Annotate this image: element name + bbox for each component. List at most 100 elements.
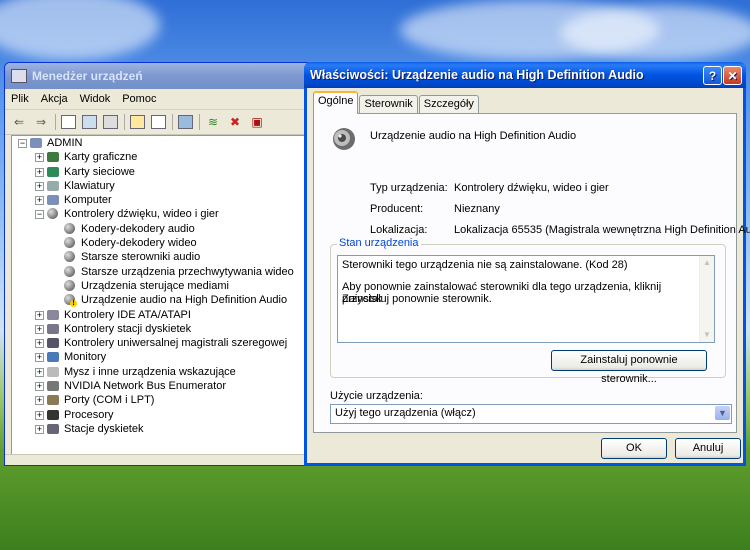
tree-item[interactable]: + Karty graficzne [12, 150, 308, 164]
tree-item[interactable]: + Mysz i inne urządzenia wskazujące [12, 365, 308, 379]
tree-item[interactable]: + Karty sieciowe [12, 165, 308, 179]
tab-driver[interactable]: Sterownik [359, 95, 418, 114]
tree-item[interactable]: ! Urządzenie audio na High Definition Aud… [12, 293, 308, 308]
computer-icon [30, 138, 42, 148]
device-usage-value: Użyj tego urządzenia (włącz) [335, 407, 476, 419]
device-usage-select[interactable]: Użyj tego urządzenia (włącz) ▼ [330, 404, 732, 424]
tree-item[interactable]: + Procesory [12, 408, 308, 422]
tab-general[interactable]: Ogólne [313, 91, 359, 114]
tab-details[interactable]: Szczegóły [418, 95, 479, 114]
keyboard-icon [47, 180, 59, 191]
device-manager-titlebar[interactable]: Menedżer urządzeń [5, 63, 311, 89]
expand-icon[interactable]: + [35, 153, 44, 163]
tree-item-label: Kontrolery dźwięku, wideo i gier [64, 208, 219, 221]
tree-item[interactable]: Starsze sterowniki audio [12, 250, 308, 264]
chevron-down-icon[interactable]: ▼ [715, 406, 730, 420]
tree-item[interactable]: + NVIDIA Network Bus Enumerator [12, 379, 308, 393]
forward-arrow-icon[interactable]: ⇒ [33, 114, 49, 130]
device-type-value: Kontrolery dźwięku, wideo i gier [454, 182, 609, 194]
reinstall-driver-button[interactable]: Zainstaluj ponownie sterownik... [551, 350, 707, 385]
tree-item[interactable]: Kodery-dekodery audio [12, 222, 308, 236]
tree-item-label: Monitory [64, 351, 107, 364]
expand-icon[interactable]: + [35, 310, 44, 320]
dialog-titlebar[interactable]: Właściwości: Urządzenie audio na High De… [304, 62, 746, 88]
view-icon[interactable] [61, 115, 76, 129]
disable-device-icon[interactable]: ✖ [227, 114, 243, 130]
usb-icon [47, 338, 59, 349]
general-tab-panel: Urządzenie audio na High Definition Audi… [313, 113, 750, 433]
tree-item[interactable]: Urządzenia sterujące mediami [12, 279, 308, 293]
expand-icon[interactable]: + [35, 396, 44, 406]
tree-item[interactable]: Kodery-dekodery wideo [12, 236, 308, 250]
tree-item-label: Porty (COM i LPT) [64, 394, 155, 407]
tree-item-label: Klawiatury [64, 179, 115, 192]
toolbar-separator [199, 114, 200, 130]
tree-item[interactable]: + Kontrolery uniwersalnej magistrali szer… [12, 336, 308, 350]
menu-view[interactable]: Widok [80, 93, 111, 105]
tree-item-label: Mysz i inne urządzenia wskazujące [64, 365, 236, 378]
tree-item-label: Kodery-dekodery audio [81, 222, 195, 235]
cloud [0, 0, 160, 60]
expand-icon[interactable]: + [35, 367, 44, 377]
tree-item[interactable]: + Kontrolery stacji dyskietek [12, 322, 308, 336]
bus-enumerator-icon [47, 381, 59, 392]
device-name: Urządzenie audio na High Definition Audi… [370, 130, 577, 142]
menu-help[interactable]: Pomoc [122, 93, 156, 105]
status-line-1: Sterowniki tego urządzenia nie są zainst… [342, 259, 628, 271]
expand-icon[interactable]: + [35, 196, 44, 206]
uninstall-device-icon[interactable]: ▣ [249, 114, 265, 130]
scroll-down-icon[interactable]: ▼ [700, 328, 714, 342]
properties-icon[interactable] [82, 115, 97, 129]
expand-icon[interactable]: + [35, 382, 44, 392]
manufacturer-value: Nieznany [454, 203, 500, 215]
help-icon[interactable] [130, 115, 145, 129]
close-button[interactable]: ✕ [723, 66, 742, 85]
cancel-button[interactable]: Anuluj [675, 438, 741, 459]
expand-icon[interactable]: + [35, 424, 44, 434]
status-line-3: Zainstaluj ponownie sterownik. [342, 293, 492, 305]
manufacturer-label: Producent: [370, 203, 424, 215]
location-label: Lokalizacja: [370, 224, 428, 236]
tree-item[interactable]: + Komputer [12, 193, 308, 207]
monitor-icon[interactable] [178, 115, 193, 129]
ide-controller-icon [47, 309, 59, 320]
collapse-icon[interactable]: − [18, 139, 27, 148]
device-tree[interactable]: − ADMIN + Karty graficzne + Karty sieciowe + Kl… [11, 135, 309, 455]
tree-item[interactable]: − Kontrolery dźwięku, wideo i gier [12, 207, 308, 221]
view-devices-icon[interactable] [151, 115, 166, 129]
tree-item[interactable]: − ADMIN [12, 136, 308, 150]
back-arrow-icon[interactable]: ⇐ [11, 114, 27, 130]
tree-item[interactable]: Starsze urządzenia przechwytywania wideo [12, 265, 308, 279]
menu-file[interactable]: Plik [11, 93, 29, 105]
help-button[interactable]: ? [703, 66, 722, 85]
tree-item-label: Kodery-dekodery wideo [81, 237, 197, 250]
expand-icon[interactable]: + [35, 410, 44, 420]
tree-item[interactable]: + Kontrolery IDE ATA/ATAPI [12, 308, 308, 322]
tree-item[interactable]: + Porty (COM i LPT) [12, 393, 308, 407]
tree-item-label: Kontrolery IDE ATA/ATAPI [64, 308, 191, 321]
expand-icon[interactable]: + [35, 167, 44, 177]
ok-button[interactable]: OK [601, 438, 667, 459]
expand-icon[interactable]: + [35, 353, 44, 363]
speaker-icon [64, 251, 75, 263]
port-icon [47, 395, 59, 406]
tree-item[interactable]: + Stacje dyskietek [12, 422, 308, 436]
menu-action[interactable]: Akcja [41, 93, 68, 105]
speaker-icon [333, 128, 355, 150]
print-icon[interactable] [103, 115, 118, 129]
status-scrollbar[interactable]: ▲ ▼ [699, 256, 714, 342]
tree-item[interactable]: + Monitory [12, 350, 308, 364]
device-status-textbox[interactable]: Sterowniki tego urządzenia nie są zainst… [337, 255, 715, 343]
tree-item[interactable]: + Klawiatury [12, 179, 308, 193]
scroll-up-icon[interactable]: ▲ [700, 256, 714, 270]
menu-bar: Plik Akcja Widok Pomoc [5, 89, 311, 110]
collapse-icon[interactable]: − [35, 210, 44, 220]
expand-icon[interactable]: + [35, 181, 44, 191]
expand-icon[interactable]: + [35, 324, 44, 334]
toolbar-separator [172, 114, 173, 130]
tree-item-label: Karty sieciowe [64, 165, 135, 178]
speaker-icon [64, 265, 75, 277]
properties-dialog: Właściwości: Urządzenie audio na High De… [304, 62, 750, 466]
scan-hardware-icon[interactable]: ≋ [205, 114, 221, 130]
expand-icon[interactable]: + [35, 339, 44, 349]
